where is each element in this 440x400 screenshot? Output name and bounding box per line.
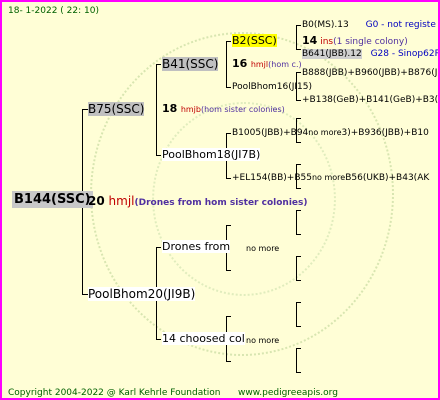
mf-node[interactable]: Drones from bbox=[162, 240, 231, 254]
line bbox=[226, 133, 231, 134]
mf-note: no more bbox=[246, 244, 280, 253]
root-node[interactable]: B144(SSC) bbox=[12, 191, 93, 208]
fffm-label[interactable]: B641(JBB).12 bbox=[302, 49, 362, 59]
ffmf-node[interactable]: B888(JBB)+B960(JBB)+B876(JBB bbox=[302, 66, 438, 80]
ff-node[interactable]: B41(SSC) bbox=[162, 57, 219, 72]
line bbox=[296, 348, 297, 372]
fffm-node[interactable]: B641(JBB).12 G28 - Sinop62R bbox=[302, 47, 438, 61]
site-link[interactable]: www.pedigreeapis.org bbox=[238, 386, 338, 398]
line bbox=[296, 100, 301, 101]
father-generation: 18 hmjb(hom sister colonies) bbox=[162, 102, 285, 115]
line bbox=[296, 210, 297, 234]
ffff-label[interactable]: B0(MS).13 bbox=[302, 20, 349, 30]
line bbox=[226, 41, 231, 42]
fmm-node[interactable]: +EL154(BB)+B55no moreB56(UKB)+B43(AK bbox=[232, 171, 429, 185]
fmf-node[interactable]: B1005(JBB)+B94no more3)+B936(JBB)+B10 bbox=[232, 126, 429, 140]
mm-note: no more bbox=[246, 336, 280, 345]
ffmm-label[interactable]: +B138(GeB)+B141(GeB)+B3(SS bbox=[302, 95, 438, 105]
line bbox=[296, 348, 301, 349]
mm-node[interactable]: 14 choosed col bbox=[162, 332, 245, 346]
mm-label[interactable]: 14 choosed col bbox=[162, 332, 245, 345]
ff-queen-label[interactable]: B41(SSC) bbox=[162, 57, 219, 71]
ff-generation: 16 hmjl(hom c.) bbox=[232, 57, 302, 70]
timestamp: 18- 1-2022 ( 22: 10) bbox=[8, 6, 99, 16]
root-generation: 20 hmjl(Drones from hom sister colonies) bbox=[88, 194, 308, 208]
line bbox=[156, 247, 161, 248]
line bbox=[156, 339, 161, 340]
ffmf-label[interactable]: B888(JBB)+B960(JBB)+B876(JBB bbox=[302, 68, 438, 78]
line bbox=[296, 372, 301, 373]
line bbox=[156, 64, 161, 65]
line bbox=[296, 280, 301, 281]
ffmm-node[interactable]: +B138(GeB)+B141(GeB)+B3(SS bbox=[302, 93, 438, 107]
line bbox=[226, 41, 227, 87]
line bbox=[226, 270, 231, 271]
ffff-node[interactable]: B0(MS).13 G0 - not registe bbox=[302, 18, 436, 32]
fff-queen-label[interactable]: B2(SSC) bbox=[232, 34, 277, 47]
line bbox=[296, 49, 301, 50]
line bbox=[226, 225, 231, 226]
line bbox=[226, 316, 231, 317]
line bbox=[296, 72, 301, 73]
mf-label[interactable]: Drones from bbox=[162, 240, 231, 253]
fm-label[interactable]: PoolBhom18(JI7B) bbox=[162, 148, 261, 161]
line bbox=[296, 302, 297, 326]
line bbox=[296, 25, 301, 26]
fmf-label[interactable]: B1005(JBB)+B94 bbox=[232, 128, 308, 138]
line bbox=[296, 25, 297, 49]
father-node[interactable]: B75(SSC) bbox=[88, 102, 145, 117]
line bbox=[296, 256, 301, 257]
line bbox=[296, 256, 297, 280]
line bbox=[226, 87, 231, 88]
fff-node[interactable]: B2(SSC) bbox=[232, 34, 277, 48]
mother-label[interactable]: PoolBhom20(JI9B) bbox=[88, 287, 196, 301]
line bbox=[226, 361, 231, 362]
line bbox=[296, 234, 301, 235]
line bbox=[296, 188, 301, 189]
father-queen-label[interactable]: B75(SSC) bbox=[88, 102, 145, 116]
line bbox=[226, 178, 231, 179]
line bbox=[296, 164, 301, 165]
ffm-label[interactable]: PoolBhom16(JI15) bbox=[232, 82, 312, 92]
copyright: Copyright 2004-2022 @ Karl Kehrle Founda… bbox=[8, 388, 221, 398]
ffm-node[interactable]: PoolBhom16(JI15) bbox=[232, 80, 312, 94]
line bbox=[296, 326, 301, 327]
line bbox=[156, 64, 157, 156]
line bbox=[296, 118, 301, 119]
fm-node[interactable]: PoolBhom18(JI7B) bbox=[162, 148, 261, 162]
line bbox=[296, 302, 301, 303]
line bbox=[296, 210, 301, 211]
fmm-label[interactable]: +EL154(BB)+B55 bbox=[232, 173, 312, 183]
root-queen-label[interactable]: B144(SSC) bbox=[12, 191, 93, 208]
mother-node[interactable]: PoolBhom20(JI9B) bbox=[88, 287, 196, 302]
pedigree-page: 18- 1-2022 ( 22: 10) B144(SSC) 20 hmjl(D… bbox=[0, 0, 440, 400]
line bbox=[296, 142, 301, 143]
line bbox=[156, 155, 161, 156]
